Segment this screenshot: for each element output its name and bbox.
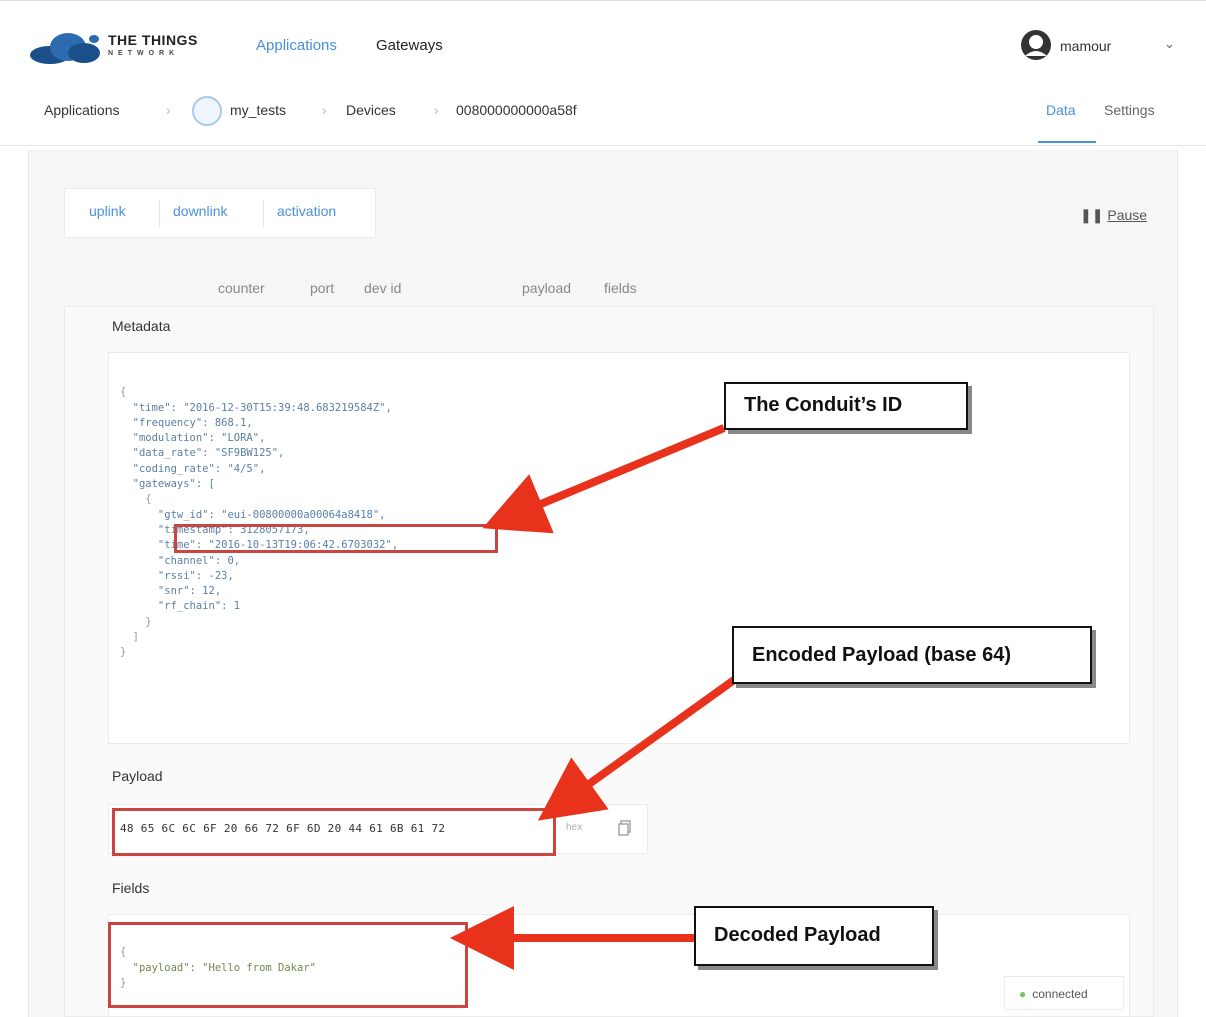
callout-conduit-id: The Conduit’s ID	[724, 382, 968, 430]
callout-decoded-payload: Decoded Payload	[694, 906, 934, 966]
callout-encoded-payload: Encoded Payload (base 64)	[732, 626, 1092, 684]
encoded-payload-arrow	[538, 676, 737, 821]
conduit-id-arrow	[482, 424, 726, 534]
annotation-arrows	[450, 424, 737, 970]
